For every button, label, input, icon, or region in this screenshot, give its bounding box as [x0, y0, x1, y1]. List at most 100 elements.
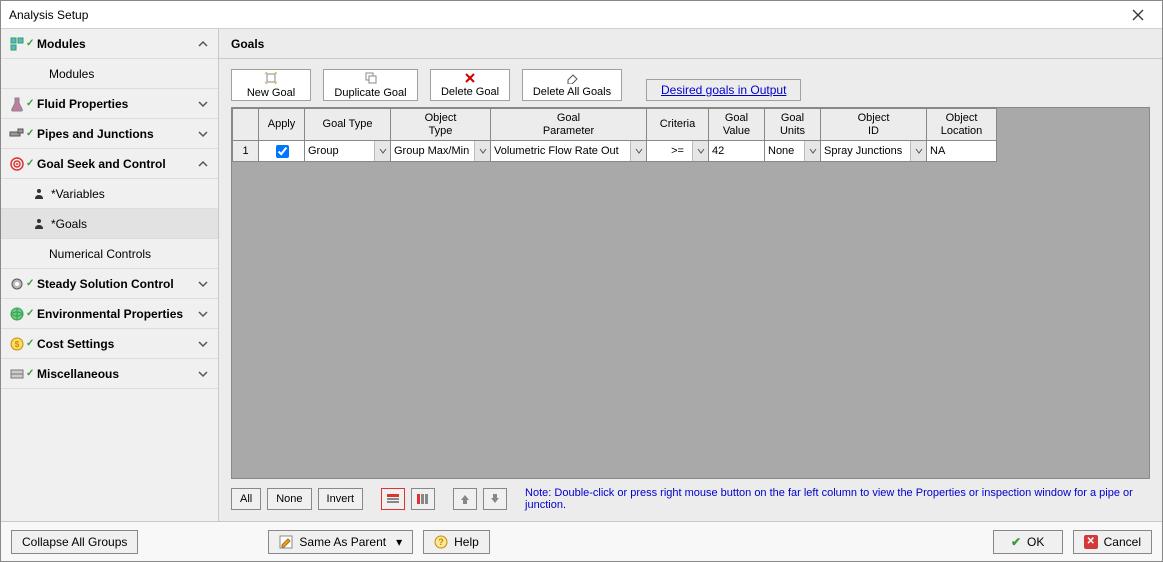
delete-all-goals-button[interactable]: Delete All Goals — [522, 69, 622, 101]
cell-apply[interactable] — [259, 141, 305, 162]
chevron-down-icon[interactable] — [374, 141, 390, 161]
cell-criteria[interactable]: >= — [647, 141, 709, 162]
sidebar-item-label: Modules — [49, 67, 210, 81]
sidebar-item-label: Numerical Controls — [49, 247, 210, 261]
sidebar-item-variables[interactable]: *Variables — [1, 179, 218, 209]
col-header-criteria[interactable]: Criteria — [647, 109, 709, 141]
check-icon: ✓ — [26, 128, 34, 139]
main-panel: Goals New Goal Duplicate Goal — [219, 29, 1162, 521]
chevron-down-icon[interactable] — [692, 141, 708, 161]
col-header-goal-parameter[interactable]: GoalParameter — [491, 109, 647, 141]
chevron-down-icon[interactable] — [804, 141, 820, 161]
desired-goals-link[interactable]: Desired goals in Output — [646, 79, 801, 101]
cell-goal-type[interactable]: Group — [305, 141, 391, 162]
goals-toolbar: New Goal Duplicate Goal Delete Goal — [219, 59, 1162, 107]
gear-icon: ✓ — [9, 276, 37, 292]
chevron-down-icon — [196, 277, 210, 291]
button-label: Delete Goal — [441, 86, 499, 98]
row-icon — [386, 493, 400, 505]
chevron-down-icon[interactable] — [630, 141, 646, 161]
titlebar: Analysis Setup — [1, 1, 1162, 29]
caret-down-icon: ▾ — [396, 535, 402, 549]
sidebar-group-cost[interactable]: $ ✓ Cost Settings — [1, 329, 218, 359]
chevron-down-icon[interactable] — [474, 141, 490, 161]
arrow-up-icon — [459, 493, 471, 505]
chevron-down-icon — [196, 337, 210, 351]
sidebar-group-label: Steady Solution Control — [37, 277, 196, 291]
sidebar-group-label: Fluid Properties — [37, 97, 196, 111]
col-header-goal-type[interactable]: Goal Type — [305, 109, 391, 141]
cancel-button[interactable]: ✕ Cancel — [1073, 530, 1152, 554]
cost-icon: $ ✓ — [9, 336, 37, 352]
chevron-up-icon — [196, 157, 210, 171]
grid-row[interactable]: 1 Group Group Max/Min Volumetric Flow Ra… — [233, 141, 997, 162]
footer-note: Note: Double-click or press right mouse … — [525, 487, 1150, 511]
column-icon — [416, 493, 430, 505]
misc-icon: ✓ — [9, 366, 37, 382]
sidebar-group-goal-seek[interactable]: ✓ Goal Seek and Control — [1, 149, 218, 179]
sidebar-item-goals[interactable]: *Goals — [1, 209, 218, 239]
button-label: Delete All Goals — [533, 86, 611, 98]
chevron-down-icon — [196, 127, 210, 141]
select-none-button[interactable]: None — [267, 488, 311, 510]
col-header-object-type[interactable]: ObjectType — [391, 109, 491, 141]
cell-object-id[interactable]: Spray Junctions — [821, 141, 927, 162]
move-down-button[interactable] — [483, 488, 507, 510]
select-all-button[interactable]: All — [231, 488, 261, 510]
sidebar-group-environmental[interactable]: ✓ Environmental Properties — [1, 299, 218, 329]
window-title: Analysis Setup — [9, 8, 1122, 22]
same-as-parent-button[interactable]: Same As Parent ▾ — [268, 530, 413, 554]
col-header-object-location[interactable]: ObjectLocation — [927, 109, 997, 141]
button-label: Same As Parent — [299, 535, 386, 549]
highlight-column-button[interactable] — [411, 488, 435, 510]
cell-object-location[interactable]: NA — [927, 141, 997, 162]
cell-goal-units[interactable]: None — [765, 141, 821, 162]
grid-footer: All None Invert Note: Double-click or pr… — [219, 479, 1162, 521]
cell-object-type[interactable]: Group Max/Min — [391, 141, 491, 162]
apply-checkbox[interactable] — [276, 145, 289, 158]
svg-text:?: ? — [438, 537, 444, 547]
sidebar-item-label: *Variables — [51, 187, 210, 201]
sidebar-group-misc[interactable]: ✓ Miscellaneous — [1, 359, 218, 389]
col-header-object-id[interactable]: ObjectID — [821, 109, 927, 141]
chevron-down-icon — [196, 367, 210, 381]
check-icon: ✓ — [26, 38, 34, 49]
sidebar-group-pipes-junctions[interactable]: ✓ Pipes and Junctions — [1, 119, 218, 149]
check-icon: ✓ — [26, 368, 34, 379]
help-icon: ? — [434, 535, 448, 549]
close-button[interactable] — [1122, 4, 1154, 26]
sidebar-item-numerical-controls[interactable]: Numerical Controls — [1, 239, 218, 269]
sidebar: ✓ Modules Modules ✓ Fluid Properties — [1, 29, 219, 521]
cell-goal-value[interactable]: 42 — [709, 141, 765, 162]
highlight-row-button[interactable] — [381, 488, 405, 510]
chevron-down-icon[interactable] — [910, 141, 926, 161]
check-icon: ✓ — [26, 338, 34, 349]
ok-button[interactable]: ✔ OK — [993, 530, 1063, 554]
row-index[interactable]: 1 — [233, 141, 259, 162]
button-label: Cancel — [1104, 535, 1141, 549]
col-header-goal-units[interactable]: GoalUnits — [765, 109, 821, 141]
chevron-down-icon — [196, 307, 210, 321]
button-label: OK — [1027, 535, 1044, 549]
svg-text:$: $ — [15, 340, 20, 349]
new-goal-button[interactable]: New Goal — [231, 69, 311, 101]
move-up-button[interactable] — [453, 488, 477, 510]
delete-goal-button[interactable]: Delete Goal — [430, 69, 510, 101]
sidebar-group-fluid-properties[interactable]: ✓ Fluid Properties — [1, 89, 218, 119]
help-button[interactable]: ? Help — [423, 530, 490, 554]
sidebar-item-modules[interactable]: Modules — [1, 59, 218, 89]
sidebar-item-label: *Goals — [51, 217, 210, 231]
globe-icon: ✓ — [9, 306, 37, 322]
invert-selection-button[interactable]: Invert — [318, 488, 364, 510]
person-icon — [33, 218, 51, 230]
col-header-apply[interactable]: Apply — [259, 109, 305, 141]
collapse-all-groups-button[interactable]: Collapse All Groups — [11, 530, 138, 554]
sidebar-group-steady-solution[interactable]: ✓ Steady Solution Control — [1, 269, 218, 299]
sidebar-group-modules[interactable]: ✓ Modules — [1, 29, 218, 59]
cell-goal-parameter[interactable]: Volumetric Flow Rate Out — [491, 141, 647, 162]
duplicate-goal-button[interactable]: Duplicate Goal — [323, 69, 418, 101]
sidebar-group-label: Cost Settings — [37, 337, 196, 351]
new-icon — [264, 71, 278, 85]
chevron-up-icon — [196, 37, 210, 51]
col-header-goal-value[interactable]: GoalValue — [709, 109, 765, 141]
